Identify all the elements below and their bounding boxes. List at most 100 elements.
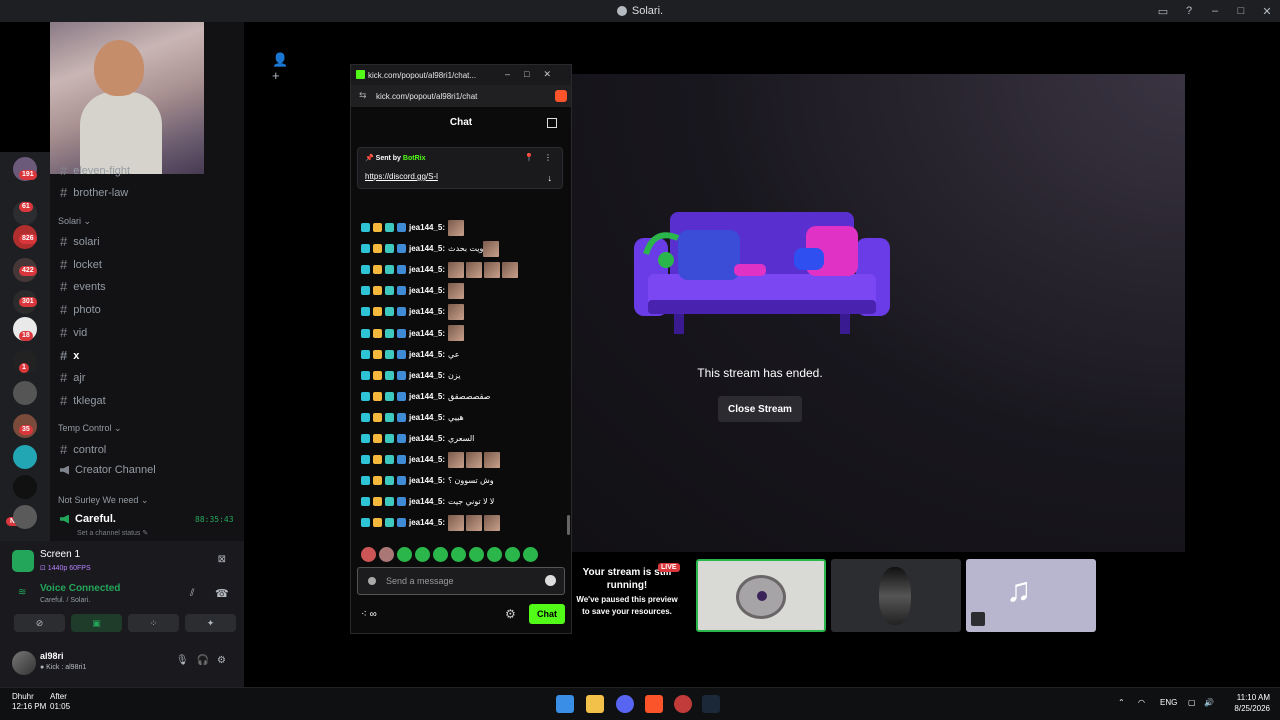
chat-message[interactable]: jea144_5: bbox=[361, 512, 561, 533]
chat-username[interactable]: jea144_5: bbox=[409, 476, 445, 485]
volume-icon[interactable]: 🔊 bbox=[1204, 698, 1214, 707]
discord-taskbar-icon[interactable] bbox=[616, 695, 634, 713]
system-clock[interactable]: 11:10 AM 8/25/2026 bbox=[1234, 692, 1270, 714]
channel-creator[interactable]: Creator Channel bbox=[60, 464, 156, 476]
send-message-input[interactable] bbox=[357, 567, 565, 595]
chat-message[interactable]: jea144_5: bbox=[361, 449, 561, 470]
participant-tile-music[interactable]: ♫ bbox=[966, 559, 1096, 632]
inbox-icon[interactable]: ▭ bbox=[1150, 5, 1176, 18]
channel-vid[interactable]: # vid bbox=[60, 325, 87, 340]
signal-icon[interactable]: ≋ bbox=[18, 587, 26, 598]
chat-message[interactable]: jea144_5: لا لا توني جيت bbox=[361, 491, 561, 512]
chat-scrollbar[interactable] bbox=[567, 515, 570, 535]
server-icon[interactable] bbox=[13, 475, 37, 499]
server-icon[interactable] bbox=[13, 445, 37, 469]
channel-eleven-fight[interactable]: # eleven-fight bbox=[60, 163, 130, 178]
emote-shortcut-icon[interactable] bbox=[523, 546, 538, 562]
expand-arrow-icon[interactable]: ↓ bbox=[548, 173, 553, 183]
channel-tklegat[interactable]: # tklegat bbox=[60, 393, 106, 408]
microphone-icon[interactable]: 🎙 bbox=[176, 655, 197, 666]
emote-shortcut-icon[interactable] bbox=[469, 546, 484, 562]
emoji-icon[interactable] bbox=[545, 575, 556, 586]
settings-icon[interactable]: ⚙ bbox=[505, 607, 516, 621]
points-icon[interactable]: ⁖ bbox=[361, 609, 367, 620]
emote-shortcut-icon[interactable] bbox=[487, 546, 502, 562]
chat-username[interactable]: jea144_5: bbox=[409, 371, 445, 380]
server-icon[interactable] bbox=[13, 505, 37, 529]
stop-stream-icon[interactable]: ⊠ bbox=[218, 554, 226, 565]
chat-message[interactable]: jea144_5: السعري bbox=[361, 428, 561, 449]
emote-shortcut-icon[interactable] bbox=[361, 546, 376, 562]
app-taskbar-icon[interactable] bbox=[674, 695, 692, 713]
add-member-icon[interactable]: 👤+ bbox=[272, 52, 288, 83]
chat-message[interactable]: jea144_5: bbox=[361, 259, 561, 280]
language-indicator[interactable]: ENG bbox=[1160, 698, 1177, 707]
network-icon[interactable]: ◠ bbox=[1138, 698, 1145, 707]
chat-username[interactable]: jea144_5: bbox=[409, 307, 445, 316]
channel-ajr[interactable]: # ajr bbox=[60, 370, 85, 385]
more-options-icon[interactable]: ⋮ bbox=[544, 153, 552, 162]
help-icon[interactable]: ? bbox=[1176, 5, 1202, 17]
minimize-button[interactable]: – bbox=[1202, 5, 1228, 17]
user-panel[interactable]: al98ri ● Kick : al98ri1 🎙🎧⚙ bbox=[12, 649, 234, 679]
channel-photo[interactable]: # photo bbox=[60, 302, 101, 317]
channel-status[interactable]: Set a channel status ✎ bbox=[77, 529, 148, 537]
chat-message[interactable]: jea144_5: bbox=[361, 280, 561, 301]
chat-username[interactable]: jea144_5: bbox=[409, 286, 445, 295]
channel-locket[interactable]: # locket bbox=[60, 257, 102, 272]
emote-shortcut-icon[interactable] bbox=[433, 546, 448, 562]
brave-taskbar-icon[interactable] bbox=[645, 695, 663, 713]
emote-shortcut-icon[interactable] bbox=[505, 546, 520, 562]
steam-taskbar-icon[interactable] bbox=[702, 695, 720, 713]
screen-share-button[interactable]: ▣ bbox=[71, 614, 122, 632]
close-button[interactable]: ✕ bbox=[1254, 5, 1280, 18]
chat-username[interactable]: jea144_5: bbox=[409, 413, 445, 422]
pinned-link[interactable]: https://discord.gg/S-l bbox=[365, 172, 438, 181]
participant-tile-eye[interactable] bbox=[696, 559, 826, 632]
screenshare-status[interactable]: Screen 1 ⊡ 1440p 60FPS ⊠ bbox=[12, 548, 234, 576]
tray-overflow-icon[interactable]: ⌃ bbox=[1118, 698, 1125, 707]
pinned-message[interactable]: 📌 Sent by BotRix https://discord.gg/S-l … bbox=[357, 147, 563, 189]
popup-window-controls[interactable]: –□✕ bbox=[505, 69, 565, 80]
headphones-icon[interactable]: 🎧 bbox=[197, 655, 217, 666]
gear-icon[interactable]: ⚙ bbox=[217, 655, 234, 666]
brave-shield-icon[interactable] bbox=[555, 90, 567, 102]
chat-username[interactable]: jea144_5: bbox=[409, 518, 445, 527]
category-solari[interactable]: Solari ⌄ bbox=[58, 216, 91, 227]
emote-shortcut-icon[interactable] bbox=[451, 546, 466, 562]
pin-icon[interactable]: 📍 bbox=[524, 153, 534, 162]
chat-username[interactable]: jea144_5: bbox=[409, 223, 445, 232]
chat-username[interactable]: jea144_5: bbox=[409, 350, 445, 359]
chat-message[interactable]: jea144_5: bbox=[361, 217, 561, 238]
chat-message[interactable]: jea144_5: صقصصصقق bbox=[361, 386, 561, 407]
site-info-icon[interactable]: ⇆ bbox=[359, 90, 367, 101]
category-not-surley[interactable]: Not Surley We need ⌄ bbox=[58, 495, 148, 506]
chat-message[interactable]: jea144_5: bbox=[361, 301, 561, 322]
chat-message[interactable]: jea144_5: عي bbox=[361, 344, 561, 365]
chat-username[interactable]: jea144_5: bbox=[409, 244, 445, 253]
chat-message[interactable]: jea144_5: bbox=[361, 322, 561, 343]
emote-shortcut-icon[interactable] bbox=[415, 546, 430, 562]
voice-location[interactable]: Careful. / Solari. bbox=[40, 597, 90, 604]
camera-off-button[interactable]: ⊘ bbox=[14, 614, 65, 632]
file-explorer-icon[interactable] bbox=[586, 695, 604, 713]
address-bar[interactable]: ⇆ kick.com/popout/al98ri1/chat bbox=[351, 85, 571, 107]
chat-username[interactable]: jea144_5: bbox=[409, 329, 445, 338]
start-button-icon[interactable] bbox=[556, 695, 574, 713]
voice-channel-careful[interactable]: Careful. bbox=[60, 513, 116, 525]
disconnect-icon[interactable]: ☎ bbox=[215, 587, 229, 600]
pinned-sender[interactable]: BotRix bbox=[403, 155, 426, 162]
channel-events[interactable]: # events bbox=[60, 279, 106, 294]
emote-shortcut-icon[interactable] bbox=[379, 546, 394, 562]
chat-message[interactable]: jea144_5: يزن bbox=[361, 365, 561, 386]
chat-message[interactable]: jea144_5: هييي bbox=[361, 407, 561, 428]
close-stream-button[interactable]: Close Stream bbox=[718, 396, 802, 422]
chat-message[interactable]: jea144_5: ويت بحدث bbox=[361, 238, 561, 259]
soundboard-button[interactable]: ✦ bbox=[185, 614, 236, 632]
chat-username[interactable]: jea144_5: bbox=[409, 434, 445, 443]
server-icon[interactable] bbox=[13, 381, 37, 405]
maximize-button[interactable]: □ bbox=[1228, 5, 1254, 17]
emote-shortcut-icon[interactable] bbox=[397, 546, 412, 562]
chat-username[interactable]: jea144_5: bbox=[409, 265, 445, 274]
chat-message[interactable]: jea144_5: وش تسوون ؟ bbox=[361, 470, 561, 491]
